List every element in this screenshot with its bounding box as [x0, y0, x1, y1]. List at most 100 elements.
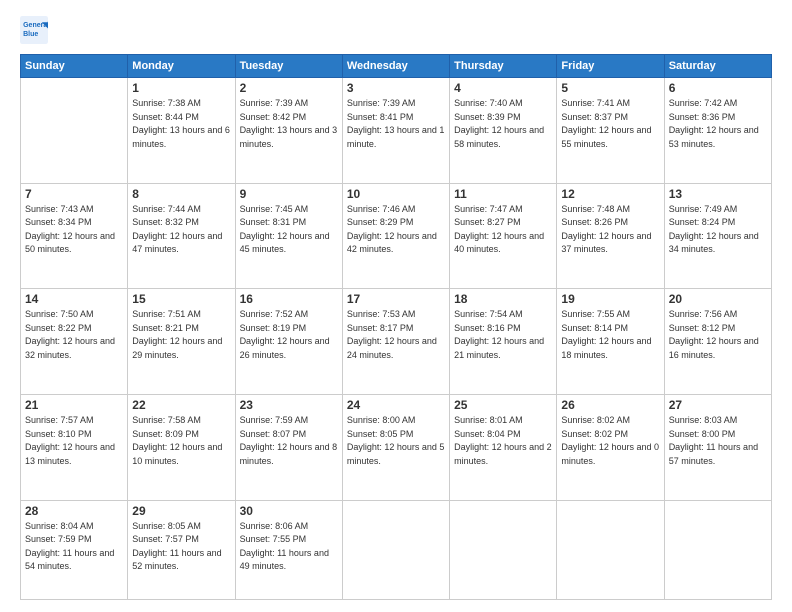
calendar-day-cell: 2 Sunrise: 7:39 AMSunset: 8:42 PMDaylight…	[235, 78, 342, 184]
day-number: 1	[132, 81, 230, 95]
day-number: 9	[240, 187, 338, 201]
day-number: 20	[669, 292, 767, 306]
calendar-day-cell: 19 Sunrise: 7:55 AMSunset: 8:14 PMDayligh…	[557, 289, 664, 395]
calendar-day-cell: 22 Sunrise: 7:58 AMSunset: 8:09 PMDayligh…	[128, 395, 235, 501]
day-info: Sunrise: 7:50 AMSunset: 8:22 PMDaylight:…	[25, 308, 123, 362]
day-number: 7	[25, 187, 123, 201]
day-number: 27	[669, 398, 767, 412]
day-info: Sunrise: 7:38 AMSunset: 8:44 PMDaylight:…	[132, 97, 230, 151]
day-number: 13	[669, 187, 767, 201]
day-info: Sunrise: 7:41 AMSunset: 8:37 PMDaylight:…	[561, 97, 659, 151]
day-number: 12	[561, 187, 659, 201]
calendar-day-cell: 13 Sunrise: 7:49 AMSunset: 8:24 PMDayligh…	[664, 183, 771, 289]
day-info: Sunrise: 8:03 AMSunset: 8:00 PMDaylight:…	[669, 414, 767, 468]
day-info: Sunrise: 7:58 AMSunset: 8:09 PMDaylight:…	[132, 414, 230, 468]
calendar-header-row: SundayMondayTuesdayWednesdayThursdayFrid…	[21, 55, 772, 78]
calendar-day-cell: 24 Sunrise: 8:00 AMSunset: 8:05 PMDayligh…	[342, 395, 449, 501]
day-number: 3	[347, 81, 445, 95]
calendar-day-cell: 9 Sunrise: 7:45 AMSunset: 8:31 PMDaylight…	[235, 183, 342, 289]
day-number: 18	[454, 292, 552, 306]
calendar-day-cell: 14 Sunrise: 7:50 AMSunset: 8:22 PMDayligh…	[21, 289, 128, 395]
logo-icon: General Blue	[20, 16, 48, 44]
day-number: 14	[25, 292, 123, 306]
calendar-day-cell: 21 Sunrise: 7:57 AMSunset: 8:10 PMDayligh…	[21, 395, 128, 501]
day-info: Sunrise: 7:43 AMSunset: 8:34 PMDaylight:…	[25, 203, 123, 257]
day-info: Sunrise: 7:54 AMSunset: 8:16 PMDaylight:…	[454, 308, 552, 362]
calendar-header-tuesday: Tuesday	[235, 55, 342, 78]
day-info: Sunrise: 7:57 AMSunset: 8:10 PMDaylight:…	[25, 414, 123, 468]
calendar-week-row: 7 Sunrise: 7:43 AMSunset: 8:34 PMDaylight…	[21, 183, 772, 289]
day-number: 8	[132, 187, 230, 201]
day-info: Sunrise: 7:53 AMSunset: 8:17 PMDaylight:…	[347, 308, 445, 362]
calendar-header-sunday: Sunday	[21, 55, 128, 78]
day-info: Sunrise: 7:42 AMSunset: 8:36 PMDaylight:…	[669, 97, 767, 151]
day-info: Sunrise: 7:56 AMSunset: 8:12 PMDaylight:…	[669, 308, 767, 362]
calendar-week-row: 1 Sunrise: 7:38 AMSunset: 8:44 PMDaylight…	[21, 78, 772, 184]
day-info: Sunrise: 7:45 AMSunset: 8:31 PMDaylight:…	[240, 203, 338, 257]
day-info: Sunrise: 7:47 AMSunset: 8:27 PMDaylight:…	[454, 203, 552, 257]
calendar-day-cell: 6 Sunrise: 7:42 AMSunset: 8:36 PMDaylight…	[664, 78, 771, 184]
calendar-day-cell	[664, 500, 771, 599]
day-number: 26	[561, 398, 659, 412]
calendar-week-row: 14 Sunrise: 7:50 AMSunset: 8:22 PMDayligh…	[21, 289, 772, 395]
calendar-day-cell: 17 Sunrise: 7:53 AMSunset: 8:17 PMDayligh…	[342, 289, 449, 395]
day-info: Sunrise: 7:51 AMSunset: 8:21 PMDaylight:…	[132, 308, 230, 362]
day-info: Sunrise: 7:39 AMSunset: 8:41 PMDaylight:…	[347, 97, 445, 151]
calendar-day-cell: 15 Sunrise: 7:51 AMSunset: 8:21 PMDayligh…	[128, 289, 235, 395]
day-info: Sunrise: 7:39 AMSunset: 8:42 PMDaylight:…	[240, 97, 338, 151]
calendar-day-cell: 30 Sunrise: 8:06 AMSunset: 7:55 PMDayligh…	[235, 500, 342, 599]
day-info: Sunrise: 7:49 AMSunset: 8:24 PMDaylight:…	[669, 203, 767, 257]
day-info: Sunrise: 8:06 AMSunset: 7:55 PMDaylight:…	[240, 520, 338, 574]
calendar-day-cell	[21, 78, 128, 184]
day-number: 30	[240, 504, 338, 518]
day-number: 17	[347, 292, 445, 306]
day-number: 19	[561, 292, 659, 306]
day-info: Sunrise: 8:01 AMSunset: 8:04 PMDaylight:…	[454, 414, 552, 468]
calendar-header-monday: Monday	[128, 55, 235, 78]
calendar-day-cell	[450, 500, 557, 599]
day-number: 6	[669, 81, 767, 95]
day-number: 15	[132, 292, 230, 306]
calendar-day-cell: 8 Sunrise: 7:44 AMSunset: 8:32 PMDaylight…	[128, 183, 235, 289]
day-info: Sunrise: 7:44 AMSunset: 8:32 PMDaylight:…	[132, 203, 230, 257]
calendar-day-cell: 4 Sunrise: 7:40 AMSunset: 8:39 PMDaylight…	[450, 78, 557, 184]
day-number: 4	[454, 81, 552, 95]
calendar-table: SundayMondayTuesdayWednesdayThursdayFrid…	[20, 54, 772, 600]
day-number: 22	[132, 398, 230, 412]
day-info: Sunrise: 8:04 AMSunset: 7:59 PMDaylight:…	[25, 520, 123, 574]
calendar-day-cell: 28 Sunrise: 8:04 AMSunset: 7:59 PMDayligh…	[21, 500, 128, 599]
calendar-day-cell: 11Sunrise: 7:47 AMSunset: 8:27 PMDayligh…	[450, 183, 557, 289]
calendar-day-cell: 12Sunrise: 7:48 AMSunset: 8:26 PMDayligh…	[557, 183, 664, 289]
day-number: 23	[240, 398, 338, 412]
day-number: 24	[347, 398, 445, 412]
day-number: 28	[25, 504, 123, 518]
calendar-day-cell: 7 Sunrise: 7:43 AMSunset: 8:34 PMDaylight…	[21, 183, 128, 289]
day-number: 5	[561, 81, 659, 95]
svg-text:Blue: Blue	[23, 31, 38, 38]
calendar-day-cell: 25 Sunrise: 8:01 AMSunset: 8:04 PMDayligh…	[450, 395, 557, 501]
day-info: Sunrise: 7:59 AMSunset: 8:07 PMDaylight:…	[240, 414, 338, 468]
day-info: Sunrise: 7:52 AMSunset: 8:19 PMDaylight:…	[240, 308, 338, 362]
calendar-day-cell: 23 Sunrise: 7:59 AMSunset: 8:07 PMDayligh…	[235, 395, 342, 501]
day-info: Sunrise: 7:40 AMSunset: 8:39 PMDaylight:…	[454, 97, 552, 151]
page: General Blue SundayMondayTuesdayWednesda…	[0, 0, 792, 612]
calendar-day-cell: 26 Sunrise: 8:02 AMSunset: 8:02 PMDayligh…	[557, 395, 664, 501]
calendar-header-friday: Friday	[557, 55, 664, 78]
calendar-day-cell: 27 Sunrise: 8:03 AMSunset: 8:00 PMDayligh…	[664, 395, 771, 501]
day-number: 25	[454, 398, 552, 412]
day-number: 21	[25, 398, 123, 412]
day-number: 2	[240, 81, 338, 95]
day-number: 29	[132, 504, 230, 518]
day-info: Sunrise: 8:02 AMSunset: 8:02 PMDaylight:…	[561, 414, 659, 468]
calendar-day-cell: 5 Sunrise: 7:41 AMSunset: 8:37 PMDaylight…	[557, 78, 664, 184]
calendar-header-thursday: Thursday	[450, 55, 557, 78]
day-info: Sunrise: 8:00 AMSunset: 8:05 PMDaylight:…	[347, 414, 445, 468]
day-info: Sunrise: 7:55 AMSunset: 8:14 PMDaylight:…	[561, 308, 659, 362]
day-number: 10	[347, 187, 445, 201]
calendar-day-cell	[557, 500, 664, 599]
calendar-day-cell: 18 Sunrise: 7:54 AMSunset: 8:16 PMDayligh…	[450, 289, 557, 395]
calendar-header-saturday: Saturday	[664, 55, 771, 78]
calendar-day-cell: 29Sunrise: 8:05 AMSunset: 7:57 PMDayligh…	[128, 500, 235, 599]
calendar-week-row: 21 Sunrise: 7:57 AMSunset: 8:10 PMDayligh…	[21, 395, 772, 501]
calendar-day-cell	[342, 500, 449, 599]
